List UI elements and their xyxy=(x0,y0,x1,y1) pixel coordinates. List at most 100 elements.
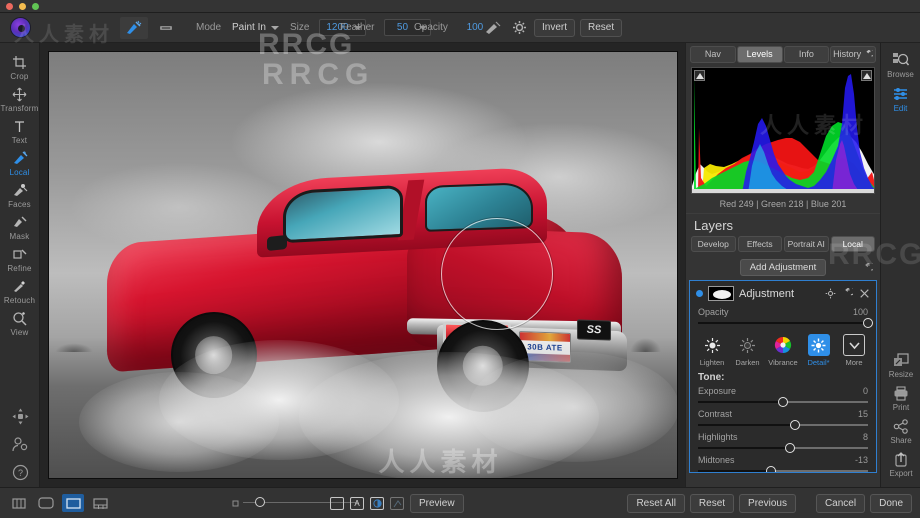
tab-develop[interactable]: Develop xyxy=(691,236,736,252)
grid-view-icon[interactable] xyxy=(89,494,111,512)
reset-all-button[interactable]: Reset All xyxy=(627,493,685,513)
lighten-tool-button[interactable]: Lighten xyxy=(697,334,727,367)
add-adjustment-button[interactable]: Add Adjustment xyxy=(739,259,827,276)
user-settings-icon[interactable] xyxy=(11,436,29,453)
tab-effects[interactable]: Effects xyxy=(737,236,782,252)
module-edit-label: Edit xyxy=(893,104,908,113)
help-icon[interactable]: ? xyxy=(12,464,29,481)
canvas-area[interactable]: 30B ATE SS 人人素材 xyxy=(40,43,685,487)
module-browse[interactable]: Browse xyxy=(881,48,920,82)
single-view-icon[interactable] xyxy=(8,494,30,512)
undo-icon[interactable] xyxy=(842,288,853,299)
reset-adjustments-icon[interactable] xyxy=(862,261,876,279)
tab-local[interactable]: Local xyxy=(830,236,875,252)
layer-visibility-toggle[interactable] xyxy=(696,290,703,297)
module-export[interactable]: Export xyxy=(881,448,920,481)
cancel-button[interactable]: Cancel xyxy=(815,493,866,513)
brush-stroke-icon[interactable] xyxy=(484,21,502,35)
exposure-value: 0 xyxy=(862,386,868,396)
tab-history[interactable]: History xyxy=(830,46,876,63)
opacity-slider-value: 100 xyxy=(852,307,868,317)
maximize-window-button[interactable] xyxy=(32,3,39,10)
invert-button[interactable]: Invert xyxy=(534,18,576,37)
mask-square-icon[interactable] xyxy=(330,496,344,510)
sidebar-item-local[interactable]: Local xyxy=(0,147,40,179)
split-view-icon[interactable] xyxy=(62,494,84,512)
highlights-value: 8 xyxy=(862,432,868,442)
window-controls[interactable] xyxy=(6,3,39,10)
close-window-button[interactable] xyxy=(6,3,13,10)
tab-portrait-ai[interactable]: Portrait AI xyxy=(784,236,829,252)
tab-info[interactable]: Info xyxy=(783,46,830,63)
reset-button[interactable]: Reset xyxy=(689,493,735,513)
opacity-slider[interactable] xyxy=(698,318,873,328)
vibrance-tool-button[interactable]: Vibrance xyxy=(768,334,798,367)
retouch-icon xyxy=(12,278,28,295)
car-subject: 30B ATE SS xyxy=(106,166,627,420)
sidebar-label-faces: Faces xyxy=(8,200,31,209)
module-resize[interactable]: Resize xyxy=(881,349,920,382)
exposure-slider[interactable] xyxy=(698,397,868,407)
highlights-slider-row: Highlights 8 xyxy=(690,430,876,453)
highlights-slider[interactable] xyxy=(698,443,868,453)
opacity-label: Opacity xyxy=(414,22,448,33)
midtones-slider[interactable] xyxy=(698,466,868,472)
sidebar-item-transform[interactable]: Transform xyxy=(0,83,40,115)
module-share-label: Share xyxy=(890,436,912,445)
photo-image[interactable]: 30B ATE SS 人人素材 xyxy=(47,51,678,479)
levels-histogram[interactable] xyxy=(691,67,875,194)
contrast-slider[interactable] xyxy=(698,420,868,430)
gear-icon[interactable] xyxy=(825,288,836,299)
darken-tool-button[interactable]: Darken xyxy=(733,334,763,367)
sidebar-item-refine[interactable]: Refine xyxy=(0,243,40,275)
sidebar-item-crop[interactable]: Crop xyxy=(0,51,40,83)
sidebar-label-crop: Crop xyxy=(10,72,29,81)
shadow-clipping-toggle[interactable] xyxy=(694,70,705,81)
pan-navigator-icon[interactable] xyxy=(12,408,29,425)
highlight-clipping-toggle[interactable] xyxy=(861,70,872,81)
chevron-down-icon xyxy=(843,334,865,356)
done-button[interactable]: Done xyxy=(870,493,912,513)
sidebar-item-mask[interactable]: Mask xyxy=(0,211,40,243)
sidebar-label-mask: Mask xyxy=(9,232,30,241)
gradient-mask-tool-button[interactable] xyxy=(152,17,180,39)
mask-thumbnail-icon[interactable] xyxy=(708,286,734,301)
gear-icon[interactable] xyxy=(512,20,527,35)
zoom-out-icon[interactable] xyxy=(232,500,239,507)
preview-button[interactable]: Preview xyxy=(410,493,464,513)
layer-module-tabs: Develop Effects Portrait AI Local xyxy=(686,236,880,257)
detail-tool-button[interactable]: Detail* xyxy=(804,334,834,367)
local-brush-tool-button[interactable] xyxy=(120,16,148,39)
sidebar-item-retouch[interactable]: Retouch xyxy=(0,275,40,307)
left-rail-bottom-icons: ? xyxy=(0,408,40,481)
module-resize-label: Resize xyxy=(888,370,914,379)
rgb-readout: Red 249 | Green 218 | Blue 201 xyxy=(719,199,847,209)
tab-nav[interactable]: Nav xyxy=(690,46,736,63)
previous-button[interactable]: Previous xyxy=(739,493,796,513)
chevron-down-icon xyxy=(270,25,279,30)
more-tool-label: More xyxy=(845,358,863,367)
reset-mask-button[interactable]: Reset xyxy=(580,18,623,37)
mask-letter-a-icon[interactable]: A xyxy=(350,496,364,510)
opacity-slider-row: Opacity 100 xyxy=(690,305,876,328)
compare-view-icon[interactable] xyxy=(35,494,57,512)
sidebar-item-faces[interactable]: Faces xyxy=(0,179,40,211)
contrast-slider-row: Contrast 15 xyxy=(690,407,876,430)
mode-select[interactable]: Paint In xyxy=(232,22,279,33)
sidebar-label-text: Text xyxy=(11,136,28,145)
module-edit[interactable]: Edit xyxy=(881,82,920,116)
tab-levels[interactable]: Levels xyxy=(736,46,783,63)
sidebar-item-view[interactable]: View xyxy=(0,307,40,339)
close-icon[interactable] xyxy=(859,288,870,299)
minimize-window-button[interactable] xyxy=(19,3,26,10)
mask-dim-icon[interactable] xyxy=(390,496,404,510)
feather-label: Feather xyxy=(340,22,375,33)
more-tool-button[interactable]: More xyxy=(839,334,869,367)
mask-circle-icon[interactable] xyxy=(370,496,384,510)
feather-value: 50 xyxy=(396,22,409,33)
module-export-label: Export xyxy=(889,469,913,478)
module-print[interactable]: Print xyxy=(881,382,920,415)
sidebar-item-text[interactable]: Text xyxy=(0,115,40,147)
module-share[interactable]: Share xyxy=(881,415,920,448)
mode-value: Paint In xyxy=(232,22,266,33)
